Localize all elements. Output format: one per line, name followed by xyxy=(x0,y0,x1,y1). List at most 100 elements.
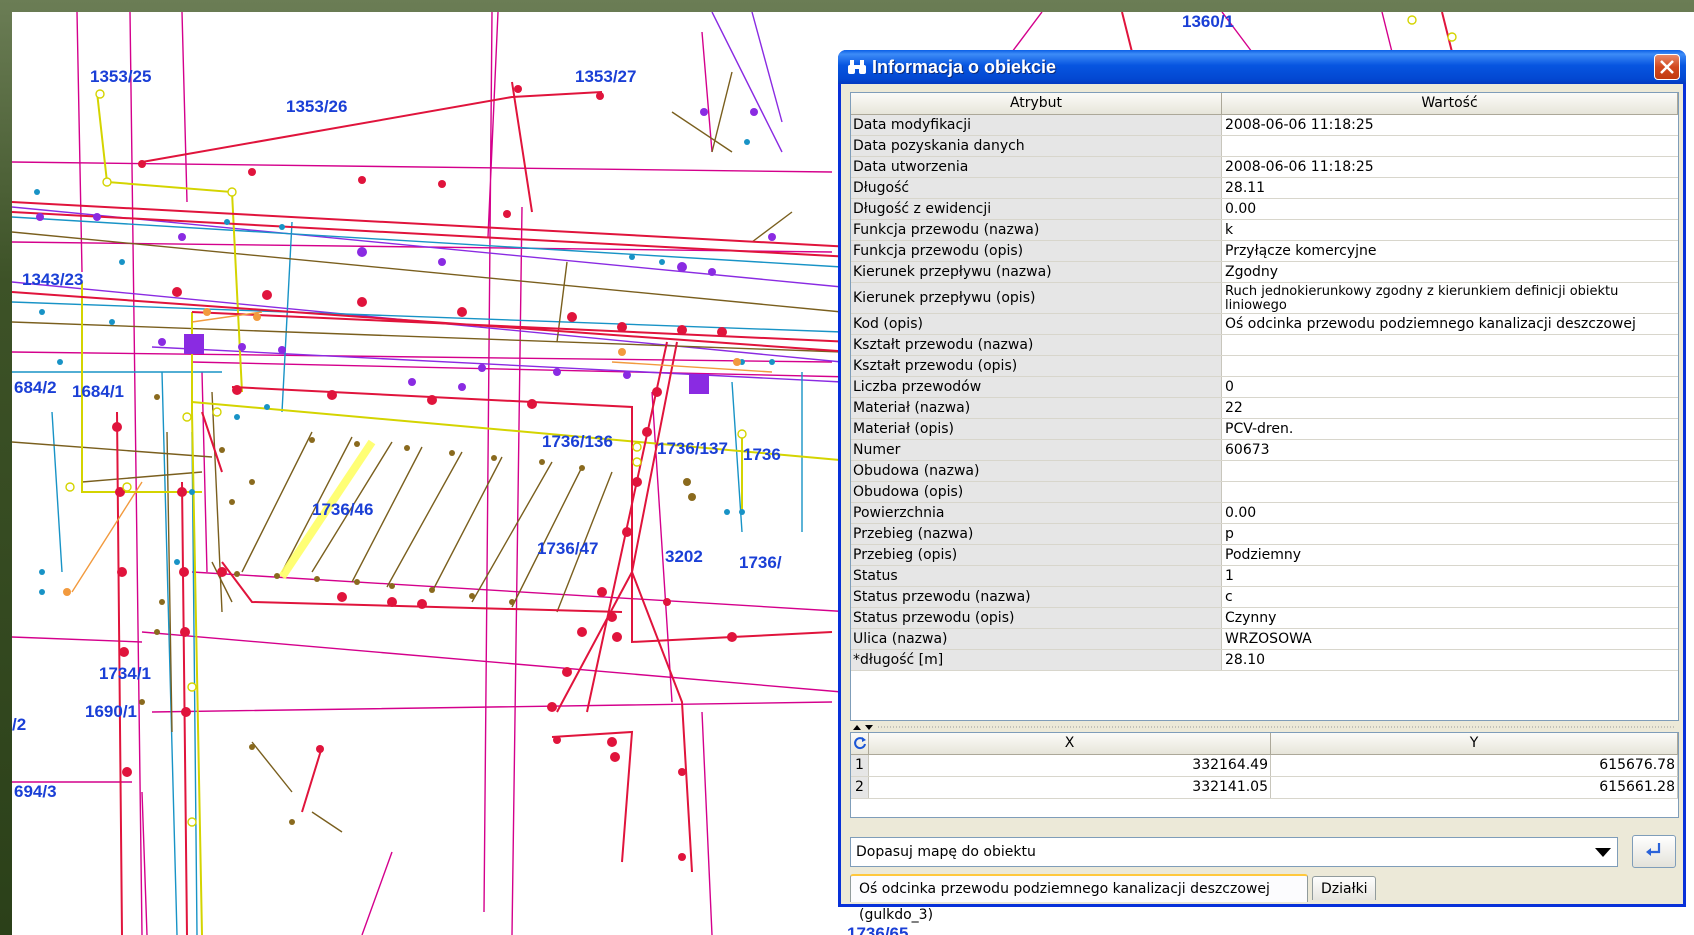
table-row[interactable]: Data modyfikacji 2008-06-06 11:18:25 xyxy=(851,115,1678,136)
tab-parcels[interactable]: Działki xyxy=(1312,876,1376,900)
parcel-label: 1734/1 xyxy=(99,664,151,683)
table-row[interactable]: Status przewodu (nazwa) c xyxy=(851,587,1678,608)
attribute-value: 0.00 xyxy=(1225,505,1257,521)
table-row[interactable]: Funkcja przewodu (opis) Przyłącze komercy… xyxy=(851,241,1678,262)
attribute-value xyxy=(1222,461,1678,481)
attribute-value: k xyxy=(1225,222,1234,238)
parcel-label: 1736/137 xyxy=(657,439,728,458)
attribute-value: 1 xyxy=(1225,568,1234,584)
attribute-table-header: Atrybut Wartość xyxy=(851,93,1678,115)
title-bar[interactable]: Informacja o obiekcie xyxy=(838,50,1686,84)
table-row[interactable]: Status 1 xyxy=(851,566,1678,587)
parcel-label: 1736 xyxy=(743,445,781,464)
attribute-value xyxy=(1222,482,1678,502)
splitter[interactable] xyxy=(850,722,1677,732)
attribute-name: Kierunek przepływu (nazwa) xyxy=(851,262,1222,282)
tab-object[interactable]: Oś odcinka przewodu podziemnego kanaliza… xyxy=(850,874,1308,923)
y-coordinate: 615661.28 xyxy=(1271,777,1678,798)
column-header-x[interactable]: X xyxy=(869,733,1271,754)
attribute-name: Długość xyxy=(851,178,1222,198)
attribute-name: Kształt przewodu (nazwa) xyxy=(851,335,1222,355)
attribute-name: Liczba przewodów xyxy=(851,377,1222,397)
table-row[interactable]: Status przewodu (opis) Czynny xyxy=(851,608,1678,629)
expand-down-icon[interactable] xyxy=(865,725,873,730)
attribute-value: Oś odcinka przewodu podziemnego kanaliza… xyxy=(1225,316,1636,332)
parcel-label: 1736/47 xyxy=(537,539,599,558)
attribute-value: WRZOSOWA xyxy=(1225,631,1312,647)
table-row[interactable]: Data pozyskania danych xyxy=(851,136,1678,157)
attribute-name: Funkcja przewodu (nazwa) xyxy=(851,220,1222,240)
map-action-dropdown[interactable]: Dopasuj mapę do obiektu xyxy=(850,837,1618,867)
table-row[interactable]: Powierzchnia 0.00 xyxy=(851,503,1678,524)
parcel-label: /2 xyxy=(12,715,27,734)
coordinates-table[interactable]: X Y 1 332164.49 615676.78 2 332141.05 615661.… xyxy=(850,732,1679,818)
parcel-label: 694/3 xyxy=(14,782,57,801)
tab-bar: Oś odcinka przewodu podziemnego kanaliza… xyxy=(844,872,1684,923)
attribute-value: 0 xyxy=(1225,379,1234,395)
refresh-icon[interactable] xyxy=(851,733,869,754)
attribute-name: Funkcja przewodu (opis) xyxy=(851,241,1222,261)
attribute-value: 22 xyxy=(1225,400,1243,416)
x-coordinate: 332141.05 xyxy=(869,777,1271,798)
table-row[interactable]: Obudowa (opis) xyxy=(851,482,1678,503)
collapse-up-icon[interactable] xyxy=(853,725,861,730)
table-row[interactable]: Numer 60673 xyxy=(851,440,1678,461)
attribute-value xyxy=(1222,335,1678,355)
attribute-value: Przyłącze komercyjne xyxy=(1225,243,1377,259)
attribute-name: Powierzchnia xyxy=(851,503,1222,523)
apply-button[interactable] xyxy=(1632,835,1676,868)
attribute-name: Kod (opis) xyxy=(851,314,1222,334)
attribute-name: Status xyxy=(851,566,1222,586)
attribute-name: Data modyfikacji xyxy=(851,115,1222,135)
attribute-name: Przebieg (nazwa) xyxy=(851,524,1222,544)
table-row[interactable]: Przebieg (opis) Podziemny xyxy=(851,545,1678,566)
coordinates-table-header: X Y xyxy=(851,733,1678,755)
table-row[interactable]: Funkcja przewodu (nazwa) k xyxy=(851,220,1678,241)
attribute-name: *długość [m] xyxy=(851,650,1222,670)
close-button[interactable] xyxy=(1654,54,1680,80)
table-row[interactable]: Kształt przewodu (opis) xyxy=(851,356,1678,377)
chevron-down-icon[interactable] xyxy=(1595,848,1611,857)
parcel-label: 1736/136 xyxy=(542,432,613,451)
table-row[interactable]: Kod (opis) Oś odcinka przewodu podziemneg… xyxy=(851,314,1678,335)
parcel-label: 3202 xyxy=(665,547,703,566)
coordinate-rows: 1 332164.49 615676.78 2 332141.05 615661.28 xyxy=(851,755,1678,799)
parcel-label: 1353/26 xyxy=(286,97,348,116)
coordinate-row[interactable]: 1 332164.49 615676.78 xyxy=(851,755,1678,777)
y-coordinate: 615676.78 xyxy=(1271,755,1678,776)
table-row[interactable]: Materiał (opis) PCV-dren. xyxy=(851,419,1678,440)
table-row[interactable]: Ulica (nazwa) WRZOSOWA xyxy=(851,629,1678,650)
attribute-value: p xyxy=(1225,526,1234,542)
table-row[interactable]: *długość [m] 28.10 xyxy=(851,650,1678,671)
attribute-value: Czynny xyxy=(1225,610,1277,626)
table-row[interactable]: Długość z ewidencji 0.00 xyxy=(851,199,1678,220)
table-row[interactable]: Liczba przewodów 0 xyxy=(851,377,1678,398)
attribute-name: Status przewodu (nazwa) xyxy=(851,587,1222,607)
column-header-value[interactable]: Wartość xyxy=(1222,93,1678,114)
attribute-name: Obudowa (opis) xyxy=(851,482,1222,502)
column-header-attribute[interactable]: Atrybut xyxy=(851,93,1222,114)
dropdown-value: Dopasuj mapę do obiektu xyxy=(856,844,1036,860)
table-row[interactable]: Kształt przewodu (nazwa) xyxy=(851,335,1678,356)
parcel-label: 1684/1 xyxy=(72,382,124,401)
table-row[interactable]: Obudowa (nazwa) xyxy=(851,461,1678,482)
table-row[interactable]: Kierunek przepływu (opis) Ruch jednokieru… xyxy=(851,283,1678,314)
attribute-table[interactable]: Atrybut Wartość Data modyfikacji 2008-06-… xyxy=(850,92,1679,721)
row-number: 2 xyxy=(851,777,869,798)
attribute-value: 60673 xyxy=(1225,442,1270,458)
close-icon xyxy=(1660,60,1674,74)
table-row[interactable]: Data utworzenia 2008-06-06 11:18:25 xyxy=(851,157,1678,178)
attribute-value: 28.11 xyxy=(1225,180,1266,196)
table-row[interactable]: Kierunek przepływu (nazwa) Zgodny xyxy=(851,262,1678,283)
window-title: Informacja o obiekcie xyxy=(872,57,1057,77)
table-row[interactable]: Długość 28.11 xyxy=(851,178,1678,199)
attribute-name: Długość z ewidencji xyxy=(851,199,1222,219)
coordinate-row[interactable]: 2 332141.05 615661.28 xyxy=(851,777,1678,799)
parcel-label: 1736/ xyxy=(739,553,782,572)
column-header-y[interactable]: Y xyxy=(1271,733,1678,754)
attribute-name: Materiał (opis) xyxy=(851,419,1222,439)
attribute-name: Kształt przewodu (opis) xyxy=(851,356,1222,376)
table-row[interactable]: Przebieg (nazwa) p xyxy=(851,524,1678,545)
attribute-name: Ulica (nazwa) xyxy=(851,629,1222,649)
table-row[interactable]: Materiał (nazwa) 22 xyxy=(851,398,1678,419)
